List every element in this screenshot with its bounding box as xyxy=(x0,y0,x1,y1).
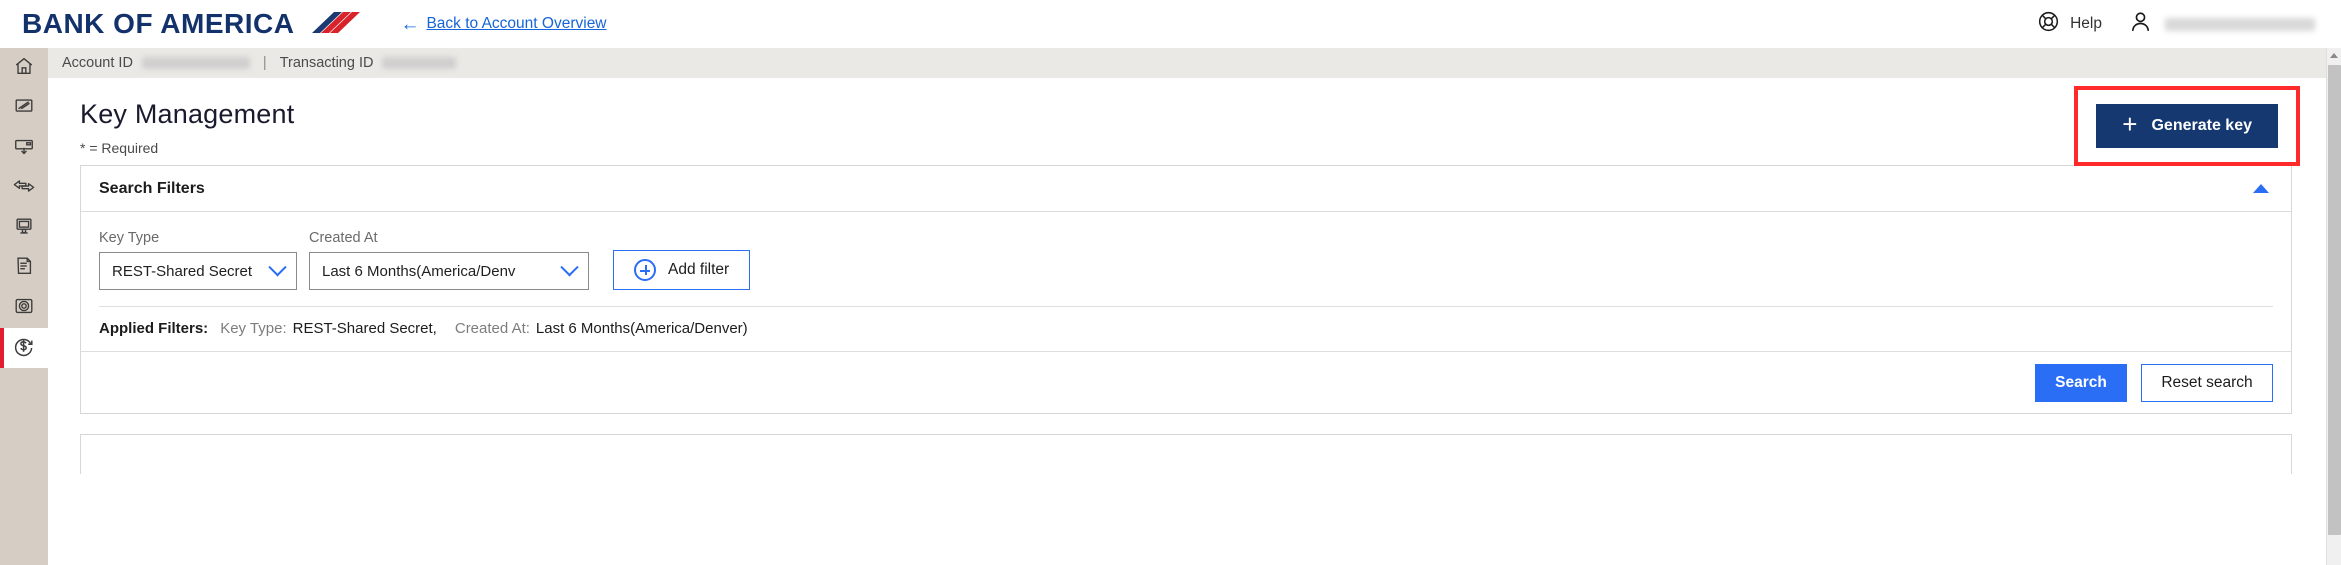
key-type-label: Key Type xyxy=(99,230,160,246)
scroll-up-arrow-icon[interactable] xyxy=(2327,48,2341,63)
breadcrumb-separator: | xyxy=(262,55,267,71)
search-filters-body: Key Type REST-Shared Secret Created At L… xyxy=(81,212,2291,351)
sidebar-item-payments[interactable] xyxy=(0,328,48,368)
page-title: Key Management xyxy=(80,98,295,129)
document-page-icon xyxy=(13,255,35,282)
monitor-download-icon xyxy=(13,135,35,162)
add-filter-button[interactable]: Add filter xyxy=(613,250,751,290)
terminal-device-icon xyxy=(13,215,35,242)
search-filters-panel: Search Filters Key Type REST-Shared Secr… xyxy=(80,165,2292,414)
created-at-label: Created At xyxy=(309,230,378,246)
applied-filters-title: Applied Filters: xyxy=(99,320,209,337)
chevron-down-icon xyxy=(268,257,287,276)
brand-wordmark: BANK OF AMERICA xyxy=(22,8,295,39)
sidebar-item-documents[interactable] xyxy=(0,248,48,288)
created-at-field: Created At Last 6 Months(America/Denv xyxy=(309,230,589,290)
applied-filters-row: Applied Filters: Key Type: REST-Shared S… xyxy=(99,307,2273,351)
sidebar-item-downloads[interactable] xyxy=(0,128,48,168)
generate-key-button[interactable]: + Generate key xyxy=(2096,104,2278,148)
created-at-value: Last 6 Months(America/Denv xyxy=(322,262,516,280)
life-ring-help-icon xyxy=(2037,10,2060,38)
results-panel-partial xyxy=(80,434,2292,474)
key-type-field: Key Type REST-Shared Secret xyxy=(99,230,297,290)
created-at-select[interactable]: Last 6 Months(America/Denv xyxy=(309,252,589,290)
key-type-value: REST-Shared Secret xyxy=(112,262,253,280)
page-content: Key Management + Generate key * = Requir… xyxy=(48,78,2326,474)
breadcrumb-account-id-value xyxy=(141,57,250,69)
home-icon xyxy=(13,55,35,82)
caret-up-icon xyxy=(2253,184,2269,193)
add-filter-label: Add filter xyxy=(668,261,730,278)
sidebar-item-reports[interactable] xyxy=(0,88,48,128)
generate-key-highlight-box: + Generate key xyxy=(2074,86,2300,166)
back-link-label: Back to Account Overview xyxy=(426,15,607,32)
dollar-circle-arrow-icon xyxy=(12,334,36,363)
applied-filter-key-0: Key Type: xyxy=(220,320,287,337)
applied-filter-value-1: Last 6 Months(America/Denver) xyxy=(535,320,748,337)
left-sidebar-rail xyxy=(0,48,48,565)
filter-row: Key Type REST-Shared Secret Created At L… xyxy=(99,230,2273,290)
sidebar-item-settings[interactable] xyxy=(0,288,48,328)
chevron-down-icon xyxy=(560,257,579,276)
user-profile[interactable] xyxy=(2128,9,2315,39)
user-name-redacted xyxy=(2165,17,2315,31)
main-content-area: Account ID | Transacting ID Key Manageme… xyxy=(48,48,2326,565)
search-filters-footer: Search Reset search xyxy=(81,351,2291,413)
circle-plus-icon xyxy=(634,259,656,281)
breadcrumb: Account ID | Transacting ID xyxy=(48,48,2326,78)
search-filters-collapse-toggle[interactable] xyxy=(2249,177,2273,201)
transfer-arrows-icon xyxy=(12,175,36,202)
reset-search-button[interactable]: Reset search xyxy=(2141,363,2273,402)
header-actions: Help xyxy=(2037,9,2315,39)
breadcrumb-transacting-id-value xyxy=(382,57,457,69)
bank-of-america-flag-icon xyxy=(308,8,366,40)
search-filters-header: Search Filters xyxy=(81,166,2291,212)
applied-filter-key-1: Created At: xyxy=(454,320,530,337)
brand-logo[interactable]: BANK OF AMERICA xyxy=(22,8,366,40)
back-to-account-overview-link[interactable]: ← Back to Account Overview xyxy=(400,15,606,34)
sidebar-item-transfers[interactable] xyxy=(0,168,48,208)
applied-filter-value-0: REST-Shared Secret, xyxy=(292,320,437,337)
laptop-report-icon xyxy=(13,95,35,122)
search-button[interactable]: Search xyxy=(2035,363,2127,402)
required-note: * = Required xyxy=(80,140,159,156)
key-type-select[interactable]: REST-Shared Secret xyxy=(99,252,297,290)
generate-key-label: Generate key xyxy=(2151,117,2252,134)
plus-icon: + xyxy=(2122,109,2138,139)
help-label: Help xyxy=(2070,15,2102,32)
top-header-bar: BANK OF AMERICA ← Back to Account Overvi… xyxy=(0,0,2341,48)
search-filters-title: Search Filters xyxy=(99,179,205,197)
sidebar-item-home[interactable] xyxy=(0,48,48,88)
help-button[interactable]: Help xyxy=(2037,10,2102,38)
breadcrumb-transacting-id-label: Transacting ID xyxy=(279,55,374,71)
sidebar-item-devices[interactable] xyxy=(0,208,48,248)
scrollbar-thumb[interactable] xyxy=(2328,65,2341,535)
person-avatar-icon xyxy=(2128,9,2153,39)
breadcrumb-account-id-label: Account ID xyxy=(62,55,133,71)
target-settings-icon xyxy=(13,295,35,322)
vertical-scrollbar[interactable] xyxy=(2326,48,2341,565)
arrow-left-icon: ← xyxy=(400,13,420,35)
